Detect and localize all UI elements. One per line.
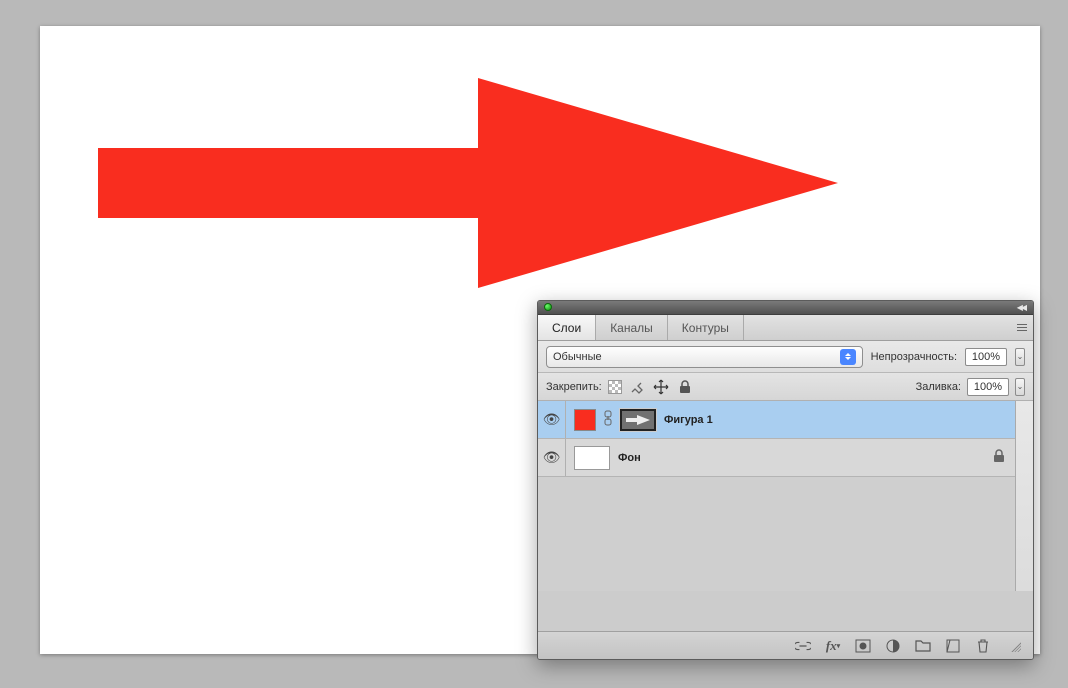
panel-collapse-icon[interactable]: ◀◀ bbox=[1017, 303, 1025, 312]
layer-row[interactable]: 👁 Фигура 1 bbox=[538, 401, 1015, 439]
blend-mode-select[interactable]: Обычные bbox=[546, 346, 863, 368]
layers-list-area: 👁 Фигура 1 👁 Фон bbox=[538, 401, 1033, 591]
layers-panel: ◀◀ Слои Каналы Контуры Обычные Непрозрач… bbox=[537, 300, 1034, 660]
adjustment-layer-icon[interactable] bbox=[885, 638, 901, 654]
lock-label: Закрепить: bbox=[546, 381, 602, 393]
lock-transparency-icon[interactable] bbox=[608, 380, 622, 394]
visibility-toggle[interactable]: 👁 bbox=[538, 401, 566, 438]
new-group-icon[interactable] bbox=[915, 638, 931, 654]
lock-brush-icon[interactable] bbox=[628, 378, 646, 396]
layers-list: 👁 Фигура 1 👁 Фон bbox=[538, 401, 1015, 591]
layer-name[interactable]: Фон bbox=[618, 452, 641, 464]
layer-thumbnail[interactable] bbox=[574, 446, 610, 470]
eye-icon: 👁 bbox=[543, 449, 561, 466]
panel-close-button[interactable] bbox=[544, 303, 552, 311]
layer-mask-icon[interactable] bbox=[855, 638, 871, 654]
opacity-value[interactable]: 100% bbox=[965, 348, 1007, 366]
select-arrow-icon bbox=[840, 349, 856, 365]
panel-tabs: Слои Каналы Контуры bbox=[538, 315, 1033, 341]
fill-label: Заливка: bbox=[916, 381, 961, 393]
link-icon bbox=[604, 410, 612, 429]
blend-mode-value: Обычные bbox=[553, 351, 602, 363]
blend-opacity-row: Обычные Непрозрачность: 100% ⌄ bbox=[538, 341, 1033, 373]
delete-layer-icon[interactable] bbox=[975, 638, 991, 654]
tab-layers[interactable]: Слои bbox=[538, 315, 596, 340]
eye-icon: 👁 bbox=[543, 411, 561, 428]
layer-row[interactable]: 👁 Фон bbox=[538, 439, 1015, 477]
visibility-toggle[interactable]: 👁 bbox=[538, 439, 566, 476]
layer-fx-icon[interactable]: fx▾ bbox=[825, 638, 841, 654]
resize-grip-icon[interactable] bbox=[1009, 640, 1021, 652]
layer-name[interactable]: Фигура 1 bbox=[664, 414, 713, 426]
link-layers-icon[interactable] bbox=[795, 638, 811, 654]
layers-scrollbar[interactable] bbox=[1015, 401, 1033, 591]
panel-titlebar[interactable]: ◀◀ bbox=[538, 301, 1033, 315]
layer-row-content: Фон bbox=[566, 439, 1015, 476]
vector-mask-thumbnail[interactable] bbox=[620, 409, 656, 431]
new-layer-icon[interactable] bbox=[945, 638, 961, 654]
tab-channels[interactable]: Каналы bbox=[596, 315, 668, 340]
lock-fill-row: Закрепить: Заливка: 100% ⌄ bbox=[538, 373, 1033, 401]
panel-footer: fx▾ bbox=[538, 631, 1033, 659]
fill-nudge[interactable]: ⌄ bbox=[1015, 378, 1025, 396]
tab-paths[interactable]: Контуры bbox=[668, 315, 744, 340]
lock-move-icon[interactable] bbox=[652, 378, 670, 396]
opacity-nudge[interactable]: ⌄ bbox=[1015, 348, 1025, 366]
opacity-label: Непрозрачность: bbox=[871, 351, 957, 363]
panel-menu-button[interactable] bbox=[1013, 319, 1031, 335]
lock-icon bbox=[993, 449, 1005, 466]
layer-fill-thumbnail[interactable] bbox=[574, 409, 596, 431]
arrow-shape[interactable] bbox=[98, 78, 838, 288]
lock-all-icon[interactable] bbox=[676, 378, 694, 396]
layer-row-content: Фигура 1 bbox=[566, 401, 1015, 438]
fill-value[interactable]: 100% bbox=[967, 378, 1009, 396]
